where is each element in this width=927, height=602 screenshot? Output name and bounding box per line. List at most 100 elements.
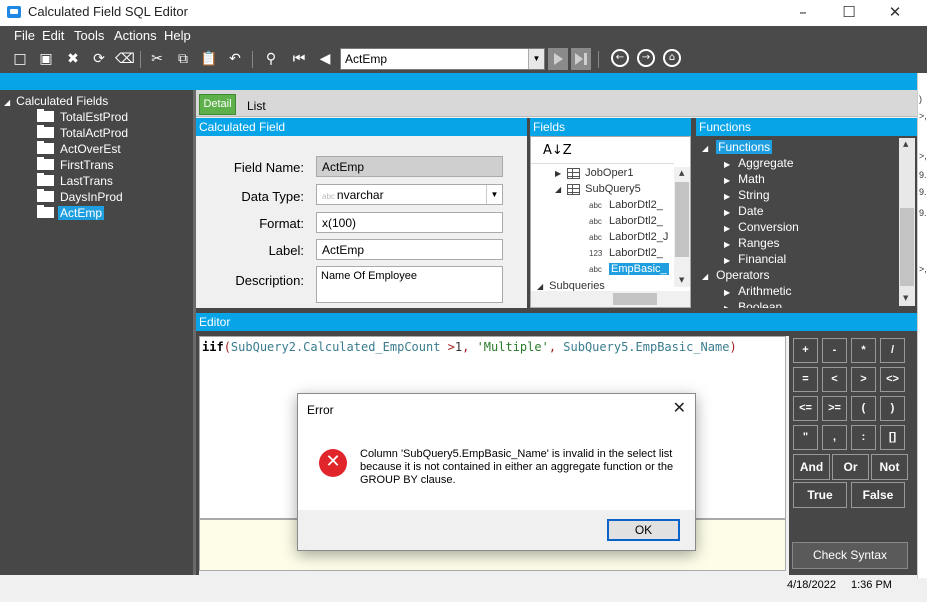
functions-vertical-scrollbar[interactable]: ▲ ▼ [899,138,915,306]
expanded-triangle-icon[interactable]: ◢ [4,98,10,107]
open-paren-button[interactable]: ( [851,396,876,421]
previous-record-icon[interactable]: ◀ [315,49,335,69]
operator-greater-equal-button[interactable]: >= [822,396,847,421]
fields-horizontal-scrollbar[interactable] [531,291,690,307]
paste-icon[interactable]: 📋 [199,49,219,69]
chevron-down-icon[interactable]: ▼ [486,185,502,204]
cut-icon[interactable]: ✂ [147,49,167,69]
operator-multiply-button[interactable]: * [851,338,876,363]
operator-greater-button[interactable]: > [851,367,876,392]
delete-icon[interactable]: ✖ [63,49,83,69]
tree-item-firsttrans[interactable]: FirstTrans [37,157,116,173]
check-syntax-button[interactable]: Check Syntax [792,542,908,569]
function-row-math[interactable]: ▶ Math [724,172,765,186]
expanded-triangle-icon[interactable]: ◢ [537,282,543,291]
collapsed-triangle-icon[interactable]: ▶ [724,256,730,265]
next-record-button[interactable] [548,48,568,70]
field-name-input[interactable]: ActEmp [316,156,503,177]
close-paren-button[interactable]: ) [880,396,905,421]
undo-icon[interactable]: ↶ [225,49,245,69]
menu-tools[interactable]: Tools [74,28,104,43]
menu-actions[interactable]: Actions [114,28,157,43]
close-window-button[interactable]: ✕ [872,0,918,26]
tree-item-actoverest[interactable]: ActOverEst [37,141,123,157]
search-icon[interactable]: ⚲ [261,49,281,69]
back-icon[interactable]: ← [611,49,629,67]
collapsed-triangle-icon[interactable]: ▶ [555,169,561,178]
tab-list[interactable]: List [247,99,266,113]
function-row-arithmetic[interactable]: ▶ Arithmetic [724,284,792,298]
true-button[interactable]: True [793,482,847,508]
function-row-string[interactable]: ▶ String [724,188,770,202]
colon-button[interactable]: : [851,425,876,450]
collapsed-triangle-icon[interactable]: ▶ [724,240,730,249]
operator-equals-button[interactable]: = [793,367,818,392]
operator-divide-button[interactable]: / [880,338,905,363]
scroll-thumb[interactable] [675,182,689,257]
tree-root-calculated-fields[interactable]: ◢ Calculated Fields [4,94,108,108]
field-row-labordtl2[interactable]: abc LaborDtl2_ [589,199,663,214]
sort-az-icon[interactable]: A↓Z [543,143,572,158]
operator-less-equal-button[interactable]: <= [793,396,818,421]
tree-item-totalactprod[interactable]: TotalActProd [37,125,130,141]
quote-button[interactable]: " [793,425,818,450]
menu-file[interactable]: File [14,28,35,43]
scroll-thumb[interactable] [900,208,914,286]
tree-item-actemp[interactable]: ActEmp [37,205,105,221]
expanded-triangle-icon[interactable]: ◢ [702,144,708,153]
function-row-date[interactable]: ▶ Date [724,204,764,218]
collapsed-triangle-icon[interactable]: ▶ [724,208,730,217]
chevron-down-icon[interactable]: ▼ [528,49,544,69]
save-icon[interactable]: ▣ [36,49,56,69]
function-row-functions[interactable]: ◢ Functions [702,140,773,154]
false-button[interactable]: False [851,482,905,508]
collapsed-triangle-icon[interactable]: ▶ [724,224,730,233]
comma-button[interactable]: , [822,425,847,450]
description-textarea[interactable]: Name Of Employee [316,266,503,303]
scroll-up-icon[interactable]: ▲ [903,140,908,148]
collapsed-triangle-icon[interactable]: ▶ [724,160,730,169]
expanded-triangle-icon[interactable]: ◢ [702,272,708,281]
operator-plus-button[interactable]: + [793,338,818,363]
field-row-labordtl2[interactable]: 123 LaborDtl2_ [589,247,663,262]
function-row-ranges[interactable]: ▶ Ranges [724,236,780,250]
field-row-labordtl2-j[interactable]: abc LaborDtl2_J [589,231,668,246]
function-row-boolean[interactable]: ▶Boolean [724,300,782,308]
forward-icon[interactable]: → [637,49,655,67]
dialog-close-button[interactable]: ✕ [673,398,686,417]
label-input[interactable]: ActEmp [316,239,503,260]
tree-item-lasttrans[interactable]: LastTrans [37,173,115,189]
data-type-select[interactable]: abc nvarchar ▼ [316,184,503,205]
function-row-conversion[interactable]: ▶ Conversion [724,220,799,234]
copy-icon[interactable]: ⧉ [173,49,193,69]
clear-icon[interactable]: ⌫ [115,49,135,69]
ok-button[interactable]: OK [607,519,680,541]
new-icon[interactable]: □ [10,49,30,69]
last-record-button[interactable] [571,48,591,70]
field-row-subquery5[interactable]: ◢ SubQuery5 [555,183,641,198]
function-row-financial[interactable]: ▶ Financial [724,252,786,266]
menu-edit[interactable]: Edit [42,28,64,43]
format-input[interactable]: x(100) [316,212,503,233]
or-button[interactable]: Or [832,454,869,480]
tab-detail[interactable]: Detail [199,94,236,115]
field-row-labordtl2[interactable]: abc LaborDtl2_ [589,215,663,230]
scroll-thumb[interactable] [613,293,657,305]
first-record-icon[interactable]: ⏮ [289,49,309,69]
field-row-empbasic[interactable]: abc EmpBasic_ [589,263,669,278]
operator-minus-button[interactable]: - [822,338,847,363]
and-button[interactable]: And [793,454,830,480]
field-row-joboper1[interactable]: ▶ JobOper1 [555,167,633,182]
function-row-aggregate[interactable]: ▶ Aggregate [724,156,794,170]
brackets-button[interactable]: [] [880,425,905,450]
menu-help[interactable]: Help [164,28,191,43]
operator-less-button[interactable]: < [822,367,847,392]
fields-vertical-scrollbar[interactable]: ▲ ▼ [674,167,690,287]
scroll-down-icon[interactable]: ▼ [679,276,684,284]
minimize-button[interactable]: – [780,0,826,26]
refresh-icon[interactable]: ⟳ [89,49,109,69]
collapsed-triangle-icon[interactable]: ▶ [724,288,730,297]
not-button[interactable]: Not [871,454,908,480]
scroll-up-icon[interactable]: ▲ [679,169,684,177]
home-icon[interactable]: ⌂ [663,49,681,67]
